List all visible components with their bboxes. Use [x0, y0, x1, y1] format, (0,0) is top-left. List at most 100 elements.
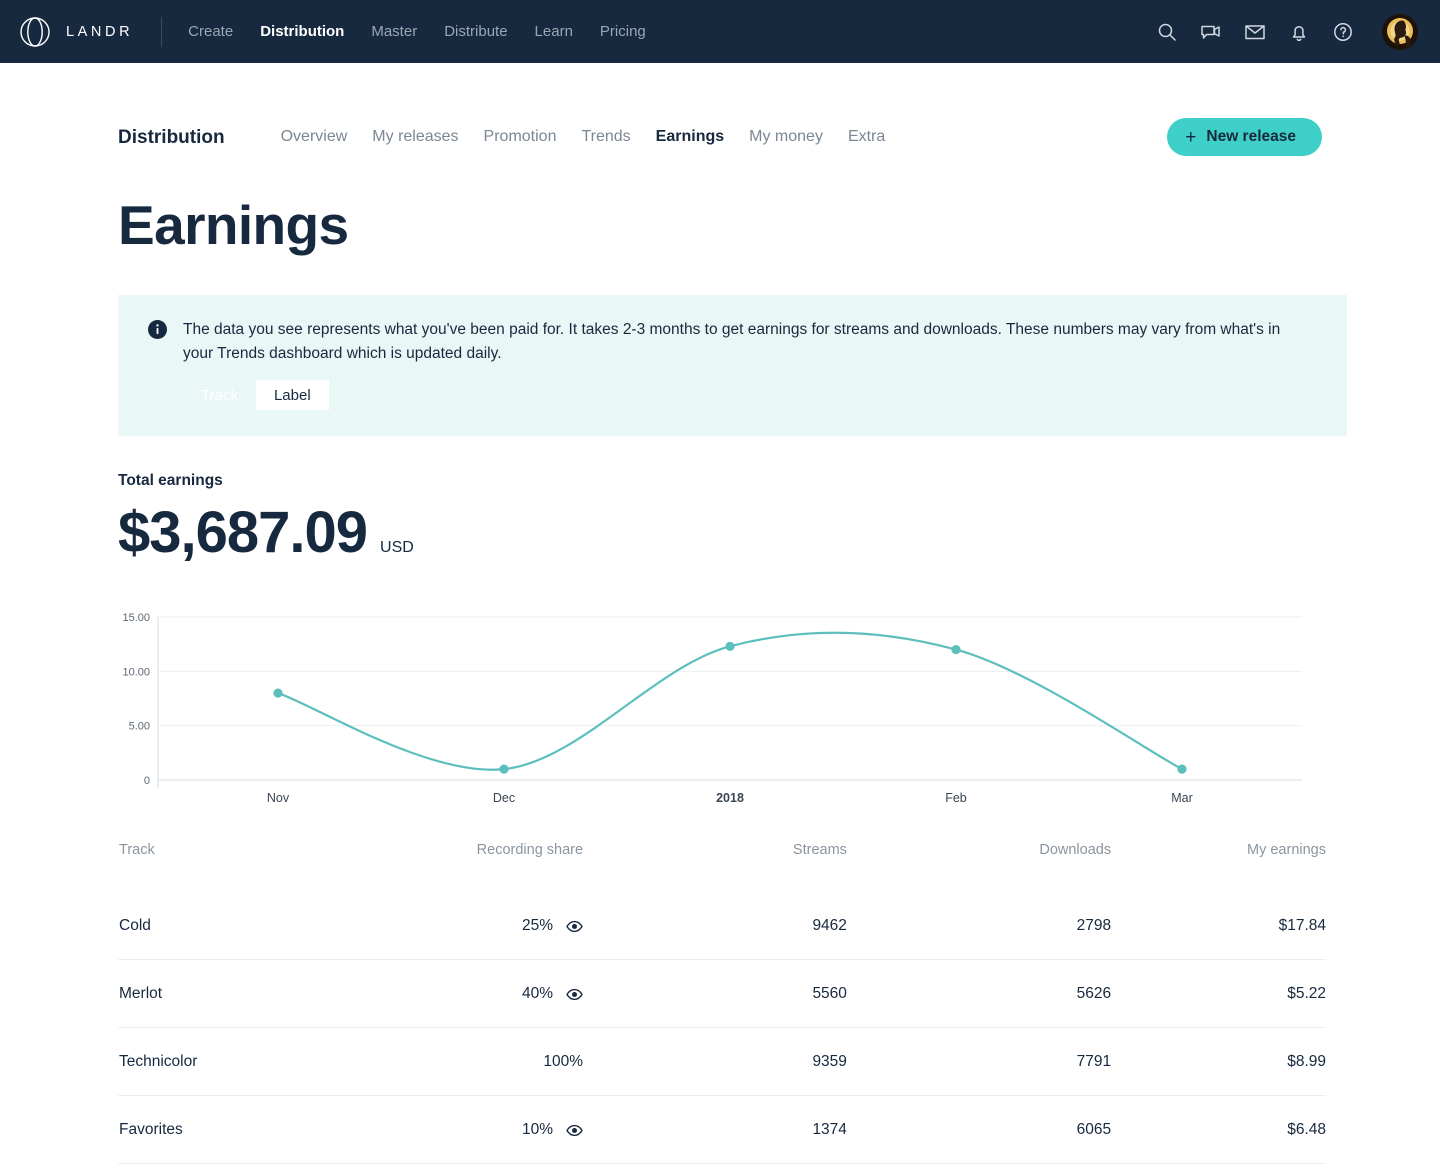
nav-item-distribute[interactable]: Distribute	[444, 24, 507, 39]
table-row[interactable]: Favorites 10% 13746065$6.48	[118, 1096, 1326, 1164]
visibility-eye-icon[interactable]	[566, 918, 583, 935]
earnings-table: Track Recording share Streams Downloads …	[118, 842, 1326, 1164]
share-value: 100%	[543, 1053, 583, 1071]
svg-text:15.00: 15.00	[122, 612, 150, 624]
svg-text:Feb: Feb	[945, 791, 967, 805]
cell-streams: 1374	[583, 1096, 847, 1164]
secondary-nav: Distribution Overview My releases Promot…	[118, 63, 1322, 163]
new-release-label: New release	[1206, 128, 1296, 146]
brand[interactable]: LANDR	[18, 15, 133, 49]
tab-overview[interactable]: Overview	[281, 129, 348, 145]
cell-streams: 5560	[583, 960, 847, 1028]
svg-text:0: 0	[144, 775, 150, 787]
earnings-table-head: Track Recording share Streams Downloads …	[118, 842, 1326, 892]
section-title: Distribution	[118, 128, 225, 147]
share-value: 40%	[522, 985, 553, 1003]
cell-my-earnings: $6.48	[1111, 1096, 1326, 1164]
video-chat-icon[interactable]	[1200, 21, 1222, 43]
tab-promotion[interactable]: Promotion	[484, 129, 557, 145]
column-header-earnings: My earnings	[1111, 842, 1326, 892]
svg-text:Mar: Mar	[1171, 791, 1193, 805]
cell-my-earnings: $17.84	[1111, 892, 1326, 960]
total-earnings-value-row: $3,687.09 USD	[118, 504, 1322, 562]
chart-point-2018[interactable]	[725, 642, 734, 651]
column-header-downloads: Downloads	[847, 842, 1111, 892]
page-content: Distribution Overview My releases Promot…	[0, 63, 1440, 1164]
nav-item-master[interactable]: Master	[371, 24, 417, 39]
nav-item-learn[interactable]: Learn	[535, 24, 573, 39]
plus-icon: +	[1185, 128, 1196, 147]
table-row[interactable]: Technicolor 100%93597791$8.99	[118, 1028, 1326, 1096]
info-banner-body: The data you see represents what you've …	[183, 318, 1317, 410]
column-header-streams: Streams	[583, 842, 847, 892]
chart-point-dec[interactable]	[499, 765, 508, 774]
total-earnings-amount: $3,687.09	[118, 504, 367, 562]
tab-my-money[interactable]: My money	[749, 129, 823, 145]
nav-item-distribution[interactable]: Distribution	[260, 24, 344, 39]
info-icon	[148, 320, 167, 410]
cell-recording-share: 25%	[197, 892, 583, 960]
tab-earnings[interactable]: Earnings	[656, 129, 724, 145]
mail-icon[interactable]	[1244, 21, 1266, 43]
table-row[interactable]: Merlot 40% 55605626$5.22	[118, 960, 1326, 1028]
tab-trends[interactable]: Trends	[581, 129, 630, 145]
svg-text:Dec: Dec	[493, 791, 515, 805]
svg-text:2018: 2018	[716, 791, 744, 805]
info-banner: The data you see represents what you've …	[118, 295, 1347, 436]
table-header-row: Track Recording share Streams Downloads …	[118, 842, 1326, 892]
search-icon[interactable]	[1156, 21, 1178, 43]
cell-track: Technicolor	[118, 1028, 197, 1096]
nav-item-pricing[interactable]: Pricing	[600, 24, 646, 39]
visibility-eye-icon[interactable]	[566, 1122, 583, 1139]
new-release-button[interactable]: + New release	[1167, 118, 1322, 156]
primary-nav: Create Distribution Master Distribute Le…	[188, 24, 646, 39]
cell-downloads: 5626	[847, 960, 1111, 1028]
cell-recording-share: 40%	[197, 960, 583, 1028]
cell-my-earnings: $5.22	[1111, 960, 1326, 1028]
avatar[interactable]	[1382, 14, 1418, 50]
cell-downloads: 2798	[847, 892, 1111, 960]
toggle-option-track[interactable]: Track	[183, 380, 256, 410]
total-earnings-currency: USD	[380, 539, 414, 557]
cell-track: Merlot	[118, 960, 197, 1028]
table-row[interactable]: Cold 25% 94622798$17.84	[118, 892, 1326, 960]
toggle-option-label[interactable]: Label	[256, 380, 329, 410]
cell-track: Favorites	[118, 1096, 197, 1164]
nav-divider	[161, 17, 162, 47]
cell-my-earnings: $8.99	[1111, 1028, 1326, 1096]
cell-downloads: 7791	[847, 1028, 1111, 1096]
cell-streams: 9462	[583, 892, 847, 960]
help-icon[interactable]	[1332, 21, 1354, 43]
column-header-share: Recording share	[197, 842, 583, 892]
chart-x-axis-labels: NovDec2018FebMar	[267, 791, 1193, 805]
tab-my-releases[interactable]: My releases	[372, 129, 458, 145]
chart-data-points	[273, 642, 1186, 774]
chart-point-feb[interactable]	[951, 645, 960, 654]
chart-point-mar[interactable]	[1177, 765, 1186, 774]
cell-streams: 9359	[583, 1028, 847, 1096]
cell-recording-share: 10%	[197, 1096, 583, 1164]
landr-logo-icon	[18, 15, 52, 49]
topbar-actions	[1156, 14, 1424, 50]
svg-text:10.00: 10.00	[122, 666, 150, 678]
brand-name: LANDR	[66, 24, 133, 40]
share-value: 25%	[522, 917, 553, 935]
column-header-track: Track	[118, 842, 197, 892]
bell-icon[interactable]	[1288, 21, 1310, 43]
top-navigation-bar: LANDR Create Distribution Master Distrib…	[0, 0, 1440, 63]
nav-item-create[interactable]: Create	[188, 24, 233, 39]
visibility-eye-icon[interactable]	[566, 986, 583, 1003]
secondary-nav-links: Overview My releases Promotion Trends Ea…	[281, 129, 886, 145]
tab-extra[interactable]: Extra	[848, 129, 885, 145]
chart-y-axis-labels: 0 5.00 10.00 15.00	[122, 612, 150, 787]
chart-point-nov[interactable]	[273, 688, 282, 697]
share-value: 10%	[522, 1121, 553, 1139]
cell-track: Cold	[118, 892, 197, 960]
svg-text:5.00: 5.00	[129, 721, 150, 733]
cell-recording-share: 100%	[197, 1028, 583, 1096]
earnings-chart: 05.0010.0015.00 NovDec2018FebMar	[118, 598, 1318, 808]
cell-downloads: 6065	[847, 1096, 1111, 1164]
scope-toggle: Track Label	[183, 380, 329, 410]
page-title: Earnings	[118, 193, 1322, 257]
total-earnings-label: Total earnings	[118, 472, 1322, 490]
